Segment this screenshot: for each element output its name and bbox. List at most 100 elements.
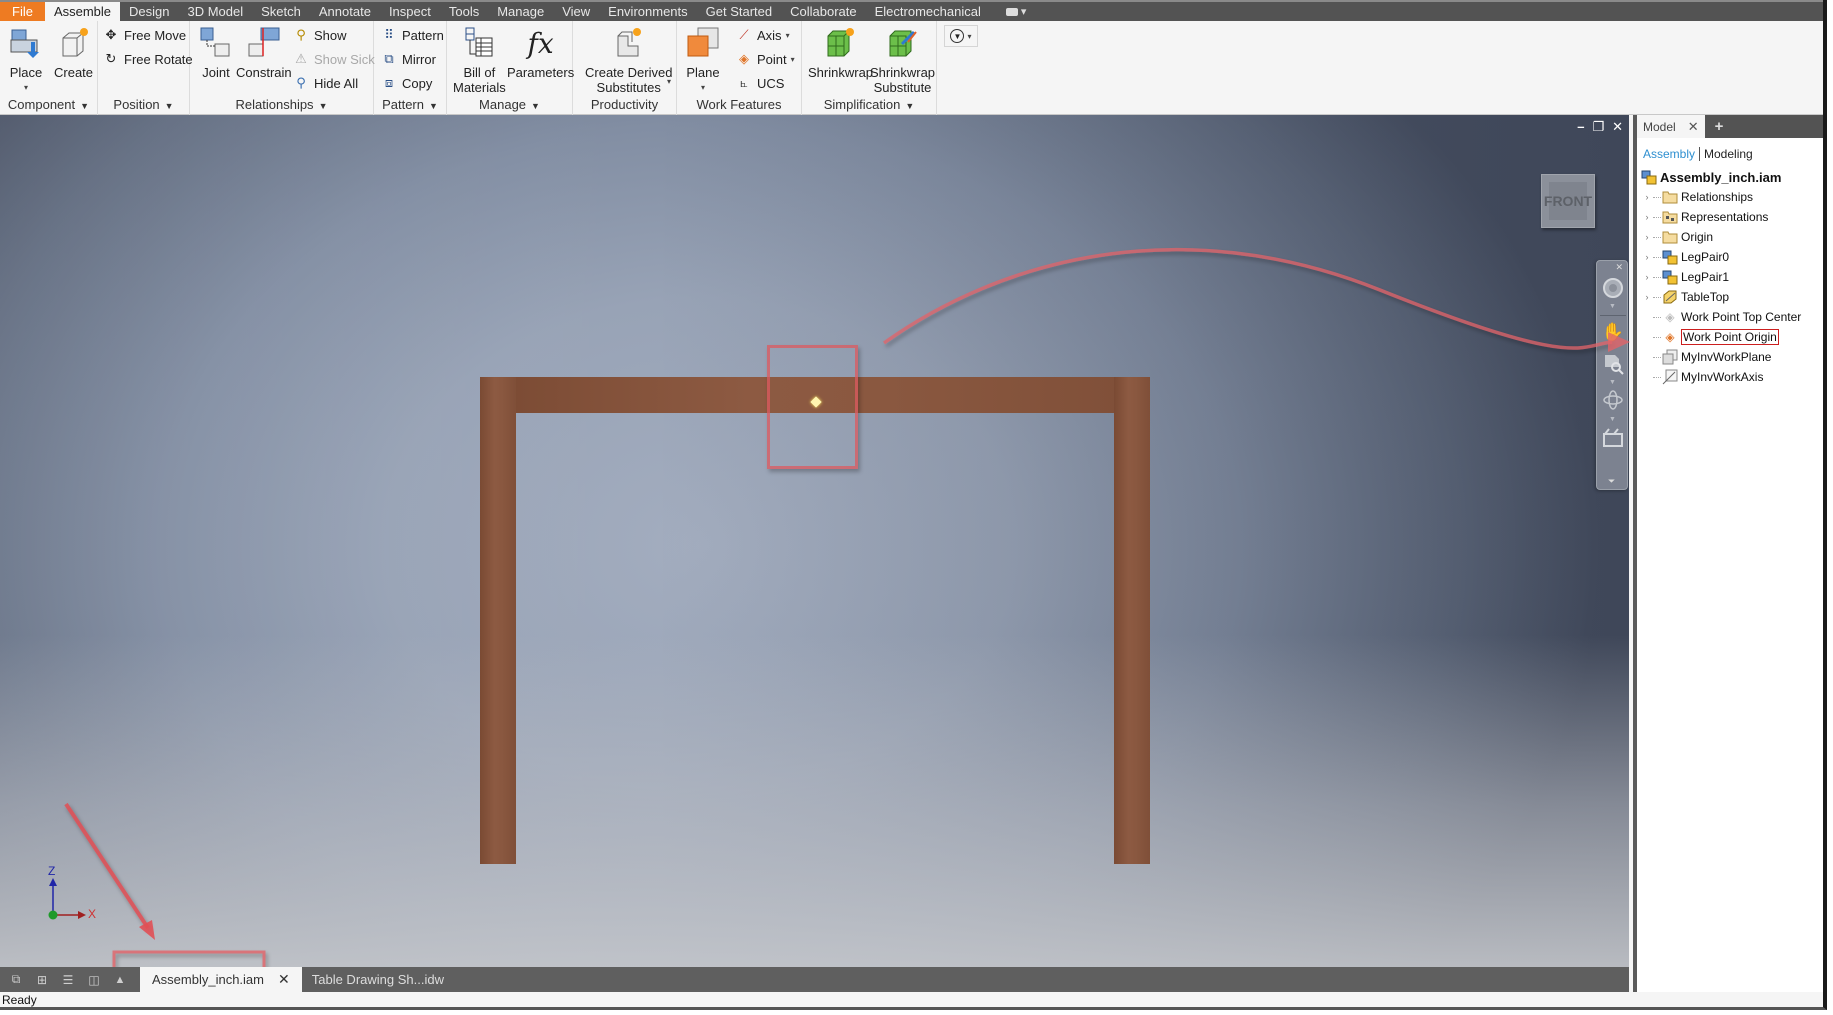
tab-view[interactable]: View xyxy=(553,2,599,21)
close-browser-tab-icon[interactable]: ✕ xyxy=(1688,119,1699,135)
group-work-features: Plane ▾ ⟋ Axis ▾ ◈ Point ▾ ⦜ UCS Work Fe… xyxy=(677,21,802,115)
parameters-button[interactable]: fx Parameters xyxy=(507,25,574,80)
tree-node-relationships[interactable]: › Relationships xyxy=(1641,187,1823,207)
tab-file[interactable]: File xyxy=(0,2,45,21)
viewcube-face[interactable]: FRONT xyxy=(1544,182,1592,220)
expand-icon[interactable]: › xyxy=(1641,232,1653,242)
mode-modeling[interactable]: Modeling xyxy=(1704,147,1753,161)
model-browser: Model ✕ + Assembly Modeling Assembly_inc… xyxy=(1633,115,1823,992)
free-rotate-button[interactable]: ↻ Free Rotate xyxy=(102,49,193,69)
show-constraints-icon: ⚲ xyxy=(296,27,306,42)
tree-node-work-point-origin[interactable]: ◈ Work Point Origin xyxy=(1641,327,1823,347)
tab-design[interactable]: Design xyxy=(120,2,178,21)
close-navbar-icon[interactable]: ✕ xyxy=(1615,262,1623,273)
axis-button[interactable]: ⟋ Axis ▾ xyxy=(735,25,789,45)
tree-root-assembly[interactable]: Assembly_inch.iam xyxy=(1641,167,1823,187)
tile-windows-icon[interactable]: ⊞ xyxy=(32,972,52,988)
tab-annotate[interactable]: Annotate xyxy=(310,2,380,21)
group-label-pattern[interactable]: Pattern ▼ xyxy=(374,97,446,112)
pan-hand-icon[interactable]: ✋ xyxy=(1602,321,1624,343)
viewcube[interactable]: FRONT xyxy=(1541,174,1595,228)
tab-manage[interactable]: Manage xyxy=(488,2,553,21)
ribbon-display-toggle[interactable]: ▾ xyxy=(1005,2,1026,21)
close-icon[interactable]: ✕ xyxy=(1612,119,1623,135)
constrain-button[interactable]: Constrain xyxy=(236,25,292,80)
joint-button[interactable]: Joint xyxy=(198,25,234,80)
tree-node-legpair0[interactable]: › LegPair0 xyxy=(1641,247,1823,267)
expand-icon[interactable]: › xyxy=(1641,272,1653,282)
tab-electromechanical[interactable]: Electromechanical xyxy=(866,2,990,21)
parameters-fx-icon: fx xyxy=(527,26,554,60)
tab-assemble[interactable]: Assemble xyxy=(44,2,121,21)
free-move-button[interactable]: ✥ Free Move xyxy=(102,25,187,45)
orbit-icon[interactable] xyxy=(1602,389,1624,411)
bill-of-materials-button[interactable]: Bill of Materials xyxy=(453,25,506,95)
plane-icon xyxy=(685,25,721,61)
group-label-position[interactable]: Position ▼ xyxy=(98,97,189,112)
pattern-button[interactable]: ⠿ Pattern xyxy=(380,25,444,45)
tile-horizontal-icon[interactable]: ☰ xyxy=(58,972,78,988)
tree-node-my-inv-work-axis[interactable]: MyInvWorkAxis xyxy=(1641,367,1823,387)
group-label-manage[interactable]: Manage ▼ xyxy=(447,97,572,112)
plane-button[interactable]: Plane ▾ xyxy=(685,25,721,95)
group-label-relationships[interactable]: Relationships ▼ xyxy=(190,97,373,112)
tab-collaborate[interactable]: Collaborate xyxy=(781,2,866,21)
graphics-viewport[interactable]: – ❐ ✕ FRONT ✕ ▼ ✋ ▼ ▼ ⏷ Z X xyxy=(0,115,1629,967)
tree-node-legpair1[interactable]: › LegPair1 xyxy=(1641,267,1823,287)
doc-tab-drawing[interactable]: Table Drawing Sh...idw xyxy=(302,967,454,992)
quick-access-dropdown[interactable]: ▼ ▾ xyxy=(944,25,978,47)
place-button[interactable]: Place ▾ xyxy=(8,25,44,95)
tab-tools[interactable]: Tools xyxy=(440,2,488,21)
zoom-icon[interactable] xyxy=(1602,353,1624,375)
steering-wheel-icon[interactable] xyxy=(1602,277,1624,299)
tab-environments[interactable]: Environments xyxy=(599,2,696,21)
minimize-icon[interactable]: – xyxy=(1577,119,1584,135)
table-leg-left[interactable] xyxy=(480,377,516,864)
customize-navbar-icon[interactable]: ⏷ xyxy=(1608,476,1615,487)
tree-node-work-point-top-center[interactable]: ◈ Work Point Top Center xyxy=(1641,307,1823,327)
hide-all-button[interactable]: ⚲ Hide All xyxy=(292,73,358,93)
create-derived-substitutes-button[interactable]: Create Derived Substitutes xyxy=(585,25,672,95)
expand-icon[interactable]: › xyxy=(1641,192,1653,202)
show-sick-button[interactable]: ⚠ Show Sick xyxy=(292,49,375,69)
cascade-windows-icon[interactable]: ⧉ xyxy=(6,972,26,988)
ucs-button[interactable]: ⦜ UCS xyxy=(735,73,784,93)
expand-icon[interactable]: › xyxy=(1641,292,1653,302)
shrinkwrap-button[interactable]: Shrinkwrap xyxy=(808,25,873,80)
doc-tab-assembly[interactable]: Assembly_inch.iam ✕ xyxy=(140,967,302,992)
derived-dropdown-icon[interactable]: ▾ xyxy=(667,77,671,86)
mode-assembly[interactable]: Assembly xyxy=(1643,147,1695,161)
tree-node-tabletop[interactable]: › TableTop xyxy=(1641,287,1823,307)
tab-inspect[interactable]: Inspect xyxy=(380,2,440,21)
navigation-bar: ✕ ▼ ✋ ▼ ▼ ⏷ xyxy=(1596,260,1628,490)
tab-get-started[interactable]: Get Started xyxy=(697,2,781,21)
table-leg-right[interactable] xyxy=(1114,377,1150,864)
tree-node-representations[interactable]: › Representations xyxy=(1641,207,1823,227)
copy-button[interactable]: ⧈ Copy xyxy=(380,73,433,93)
close-tab-icon[interactable]: ✕ xyxy=(278,971,290,988)
point-icon: ◈ xyxy=(739,51,749,66)
add-browser-tab-icon[interactable]: + xyxy=(1705,115,1734,138)
expand-icon[interactable]: › xyxy=(1641,212,1653,222)
group-label-simplification[interactable]: Simplification ▼ xyxy=(802,97,936,112)
show-button[interactable]: ⚲ Show xyxy=(292,25,346,45)
circle-down-icon: ▼ xyxy=(950,29,965,43)
restore-icon[interactable]: ❐ xyxy=(1592,119,1604,135)
shrinkwrap-substitute-button[interactable]: Shrinkwrap Substitute xyxy=(870,25,935,95)
tab-sketch[interactable]: Sketch xyxy=(252,2,310,21)
document-list-icon[interactable]: ▲ xyxy=(110,972,130,988)
plane-dropdown-icon[interactable]: ▾ xyxy=(701,80,705,95)
group-component: Place ▾ Create Component ▼ xyxy=(0,21,98,115)
mirror-button[interactable]: ⧉ Mirror xyxy=(380,49,436,69)
group-label-component[interactable]: Component ▼ xyxy=(0,97,97,112)
point-button[interactable]: ◈ Point ▾ xyxy=(735,49,795,69)
expand-icon[interactable]: › xyxy=(1641,252,1653,262)
create-button[interactable]: Create xyxy=(54,25,93,80)
tab-3d-model[interactable]: 3D Model xyxy=(179,2,253,21)
tree-node-origin[interactable]: › Origin xyxy=(1641,227,1823,247)
look-at-icon[interactable] xyxy=(1602,427,1624,449)
browser-tab-model[interactable]: Model ✕ xyxy=(1637,115,1705,138)
tree-node-my-inv-work-plane[interactable]: MyInvWorkPlane xyxy=(1641,347,1823,367)
tile-vertical-icon[interactable]: ◫ xyxy=(84,972,104,988)
place-dropdown-icon[interactable]: ▾ xyxy=(24,80,28,95)
